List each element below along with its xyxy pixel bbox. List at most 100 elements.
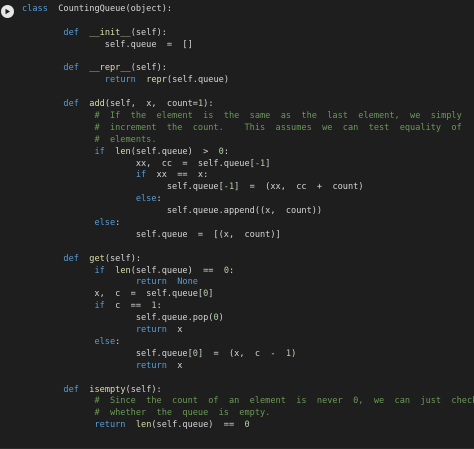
- code-token: class: [22, 4, 48, 14]
- code-line: # If the element is the same as the last…: [22, 111, 474, 123]
- code-line: class CountingQueue(object):: [22, 4, 474, 16]
- code-token: (self.queue): [166, 75, 229, 86]
- code-line: if len(self.queue) == 0:: [22, 266, 474, 278]
- code-line: # increment the count. This assumes we c…: [22, 123, 474, 135]
- code-token: x: [166, 360, 183, 371]
- code-line: self.queue[-1] = (xx, cc + count): [22, 182, 474, 194]
- code-line: self.queue = [(x, count)]: [22, 230, 474, 242]
- code-token: ):: [203, 99, 214, 110]
- code-token: len: [115, 265, 131, 276]
- code-token: 0: [244, 420, 250, 431]
- code-token: ] = (x, c -: [197, 348, 286, 359]
- code-token: c ==: [104, 301, 152, 312]
- code-line: def add(self, x, count=1):: [22, 99, 474, 111]
- code-token: # whether the queue is empty.: [94, 408, 271, 419]
- code-token: :: [156, 301, 162, 312]
- code-token: return: [135, 277, 167, 288]
- code-token: def: [63, 253, 79, 264]
- code-token: (self.queue) ==: [151, 420, 245, 431]
- code-line: # elements.: [22, 135, 474, 147]
- run-cell-button[interactable]: [1, 5, 14, 18]
- code-token: None: [177, 277, 198, 288]
- code-token: # increment the count. This assumes we c…: [94, 122, 462, 133]
- code-editor[interactable]: class CountingQueue(object): def __init_…: [22, 4, 474, 432]
- code-line: return None: [22, 277, 474, 289]
- code-line: def isempty(self):: [22, 385, 474, 397]
- code-line: self.queue[0] = (x, c - 1): [22, 349, 474, 361]
- code-token: if: [135, 170, 147, 181]
- code-line: self.queue = []: [22, 40, 474, 52]
- code-token: (self):: [104, 253, 142, 264]
- code-token: return: [135, 360, 167, 371]
- code-token: (self, x, count=: [104, 99, 198, 110]
- code-token: (self):: [125, 384, 162, 395]
- code-token: return: [94, 420, 126, 431]
- code-token: xx == x:: [146, 170, 209, 181]
- code-token: def: [63, 384, 79, 395]
- play-icon: [4, 8, 11, 15]
- code-token: __init__: [89, 27, 131, 38]
- code-token: else: [94, 336, 116, 347]
- code-token: :: [156, 194, 162, 205]
- code-token: ): [291, 348, 297, 359]
- code-line: # Since the count of an element is never…: [22, 396, 474, 408]
- code-token: (self.queue) ==: [130, 265, 224, 276]
- code-line: def get(self):: [22, 254, 474, 266]
- code-token: # Since the count of an element is never…: [94, 396, 474, 407]
- code-token: (self.queue) >: [130, 146, 219, 157]
- code-token: else: [135, 194, 157, 205]
- code-token: __repr__: [89, 63, 131, 74]
- code-token: if: [94, 301, 105, 312]
- code-token: CountingQueue(object):: [47, 4, 173, 14]
- code-token: x: [166, 325, 183, 336]
- code-token: :: [223, 146, 230, 157]
- code-token: repr: [146, 75, 167, 86]
- code-token: self.queue = [(x, count)]: [22, 229, 281, 240]
- code-line: return len(self.queue) == 0: [22, 420, 474, 432]
- code-token: :: [115, 336, 121, 347]
- code-token: else: [94, 218, 116, 229]
- code-token: len: [135, 420, 152, 431]
- code-cell[interactable]: class CountingQueue(object): def __init_…: [0, 0, 474, 449]
- code-token: ]: [208, 289, 214, 300]
- code-line: return repr(self.queue): [22, 75, 474, 87]
- code-token: -1: [254, 158, 266, 169]
- code-token: def: [63, 99, 79, 110]
- code-line: if c == 1:: [22, 301, 474, 313]
- code-token: self.queue = []: [22, 39, 193, 50]
- code-token: # elements.: [94, 134, 157, 145]
- code-token: ): [218, 313, 224, 324]
- code-token: ] = (xx, cc + count): [234, 182, 364, 193]
- code-token: return: [135, 325, 167, 336]
- code-line: else:: [22, 194, 474, 206]
- code-token: x, c = self.queue[: [22, 289, 204, 300]
- code-token: (self):: [130, 63, 167, 74]
- code-token: :: [229, 265, 235, 276]
- code-line: return x: [22, 325, 474, 337]
